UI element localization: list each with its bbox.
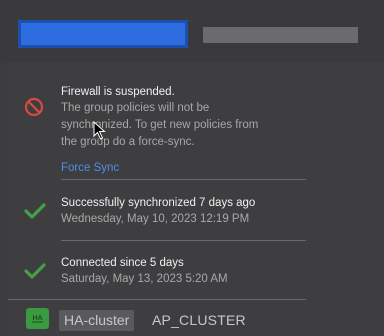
check-icon	[24, 203, 46, 219]
cluster-badge: HA	[26, 308, 49, 329]
tab-bar	[0, 0, 384, 62]
tab-inactive[interactable]	[203, 27, 358, 43]
divider	[8, 299, 306, 300]
cluster-name: AP_CLUSTER	[152, 312, 246, 328]
firewall-status-title: Firewall is suspended.	[61, 86, 175, 98]
check-icon	[24, 263, 46, 279]
force-sync-link[interactable]: Force Sync	[61, 162, 119, 174]
sync-status-title: Successfully synchronized 7 days ago	[61, 197, 256, 209]
firewall-status-line-2: synchronized. To get new policies from	[61, 119, 259, 131]
blocked-icon	[24, 97, 44, 117]
ha-cluster-icon: HA	[32, 315, 43, 323]
cluster-badge-text: HA	[32, 315, 42, 322]
mouse-pointer-icon	[93, 121, 106, 140]
divider	[61, 240, 306, 241]
tab-active[interactable]	[18, 20, 188, 48]
firewall-status-line-3: the group do a force-sync.	[61, 136, 195, 148]
cluster-type-chip: HA-cluster	[59, 310, 135, 331]
connection-status-time: Saturday, May 13, 2023 5:20 AM	[61, 273, 228, 285]
firewall-status-line-1: The group policies will not be	[61, 102, 210, 114]
divider	[61, 179, 306, 180]
connection-status-title: Connected since 5 days	[61, 257, 184, 269]
sync-status-time: Wednesday, May 10, 2023 12:19 PM	[61, 213, 250, 225]
status-panel: Firewall is suspended. The group policie…	[8, 62, 384, 336]
